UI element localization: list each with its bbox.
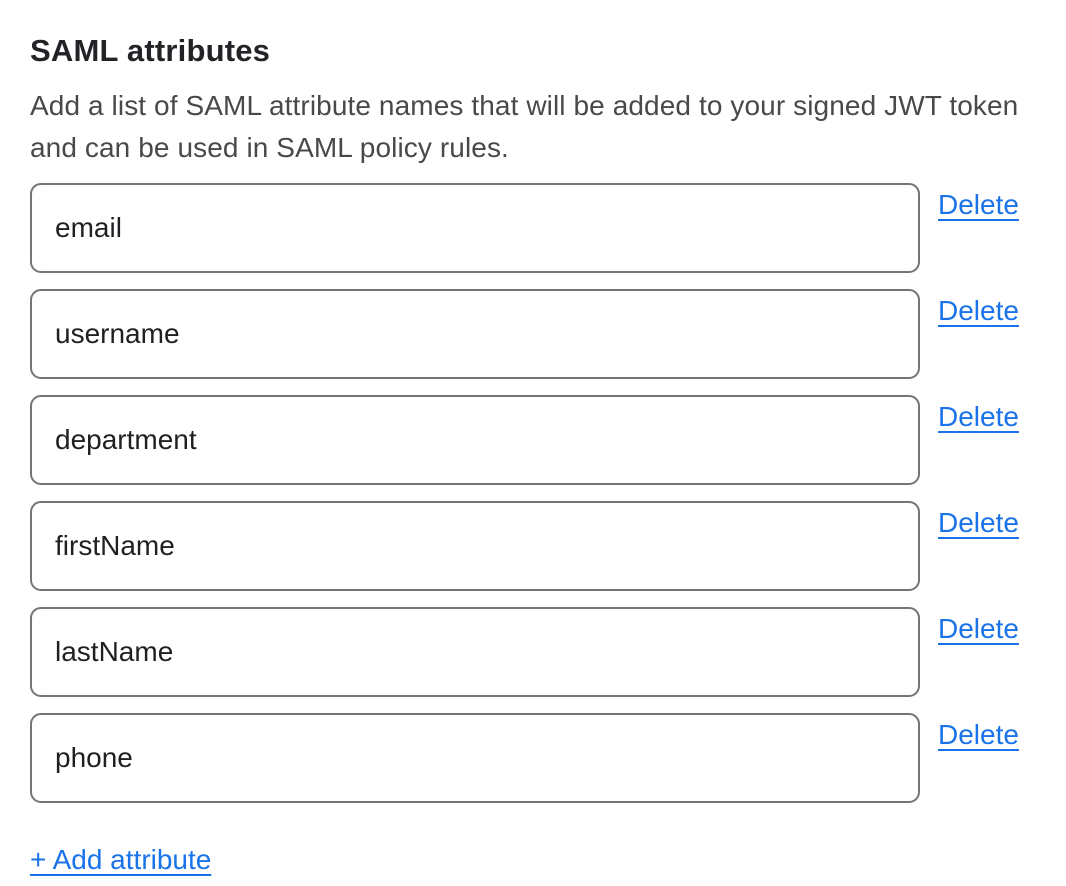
- description-line: Add a list of SAML attribute names that …: [30, 85, 1036, 127]
- saml-attribute-input[interactable]: [30, 395, 920, 485]
- saml-attribute-input[interactable]: [30, 713, 920, 803]
- add-attribute-link[interactable]: + Add attribute: [30, 843, 211, 877]
- saml-attribute-row: Delete: [30, 607, 1036, 697]
- saml-attribute-row: Delete: [30, 183, 1036, 273]
- saml-attribute-input[interactable]: [30, 289, 920, 379]
- saml-attribute-row: Delete: [30, 713, 1036, 803]
- delete-attribute-link[interactable]: Delete: [938, 718, 1019, 752]
- delete-attribute-link[interactable]: Delete: [938, 612, 1019, 646]
- saml-attribute-input[interactable]: [30, 183, 920, 273]
- delete-attribute-link[interactable]: Delete: [938, 400, 1019, 434]
- description-line: and can be used in SAML policy rules.: [30, 127, 1036, 169]
- delete-attribute-link[interactable]: Delete: [938, 294, 1019, 328]
- saml-attribute-input[interactable]: [30, 607, 920, 697]
- section-description: Add a list of SAML attribute names that …: [30, 85, 1036, 169]
- page-title: SAML attributes: [30, 33, 1036, 69]
- saml-attribute-row: Delete: [30, 395, 1036, 485]
- saml-attribute-row: Delete: [30, 501, 1036, 591]
- saml-attribute-row: Delete: [30, 289, 1036, 379]
- saml-attribute-list: Delete Delete Delete Delete Delete Delet…: [30, 183, 1036, 803]
- delete-attribute-link[interactable]: Delete: [938, 506, 1019, 540]
- saml-attribute-input[interactable]: [30, 501, 920, 591]
- delete-attribute-link[interactable]: Delete: [938, 188, 1019, 222]
